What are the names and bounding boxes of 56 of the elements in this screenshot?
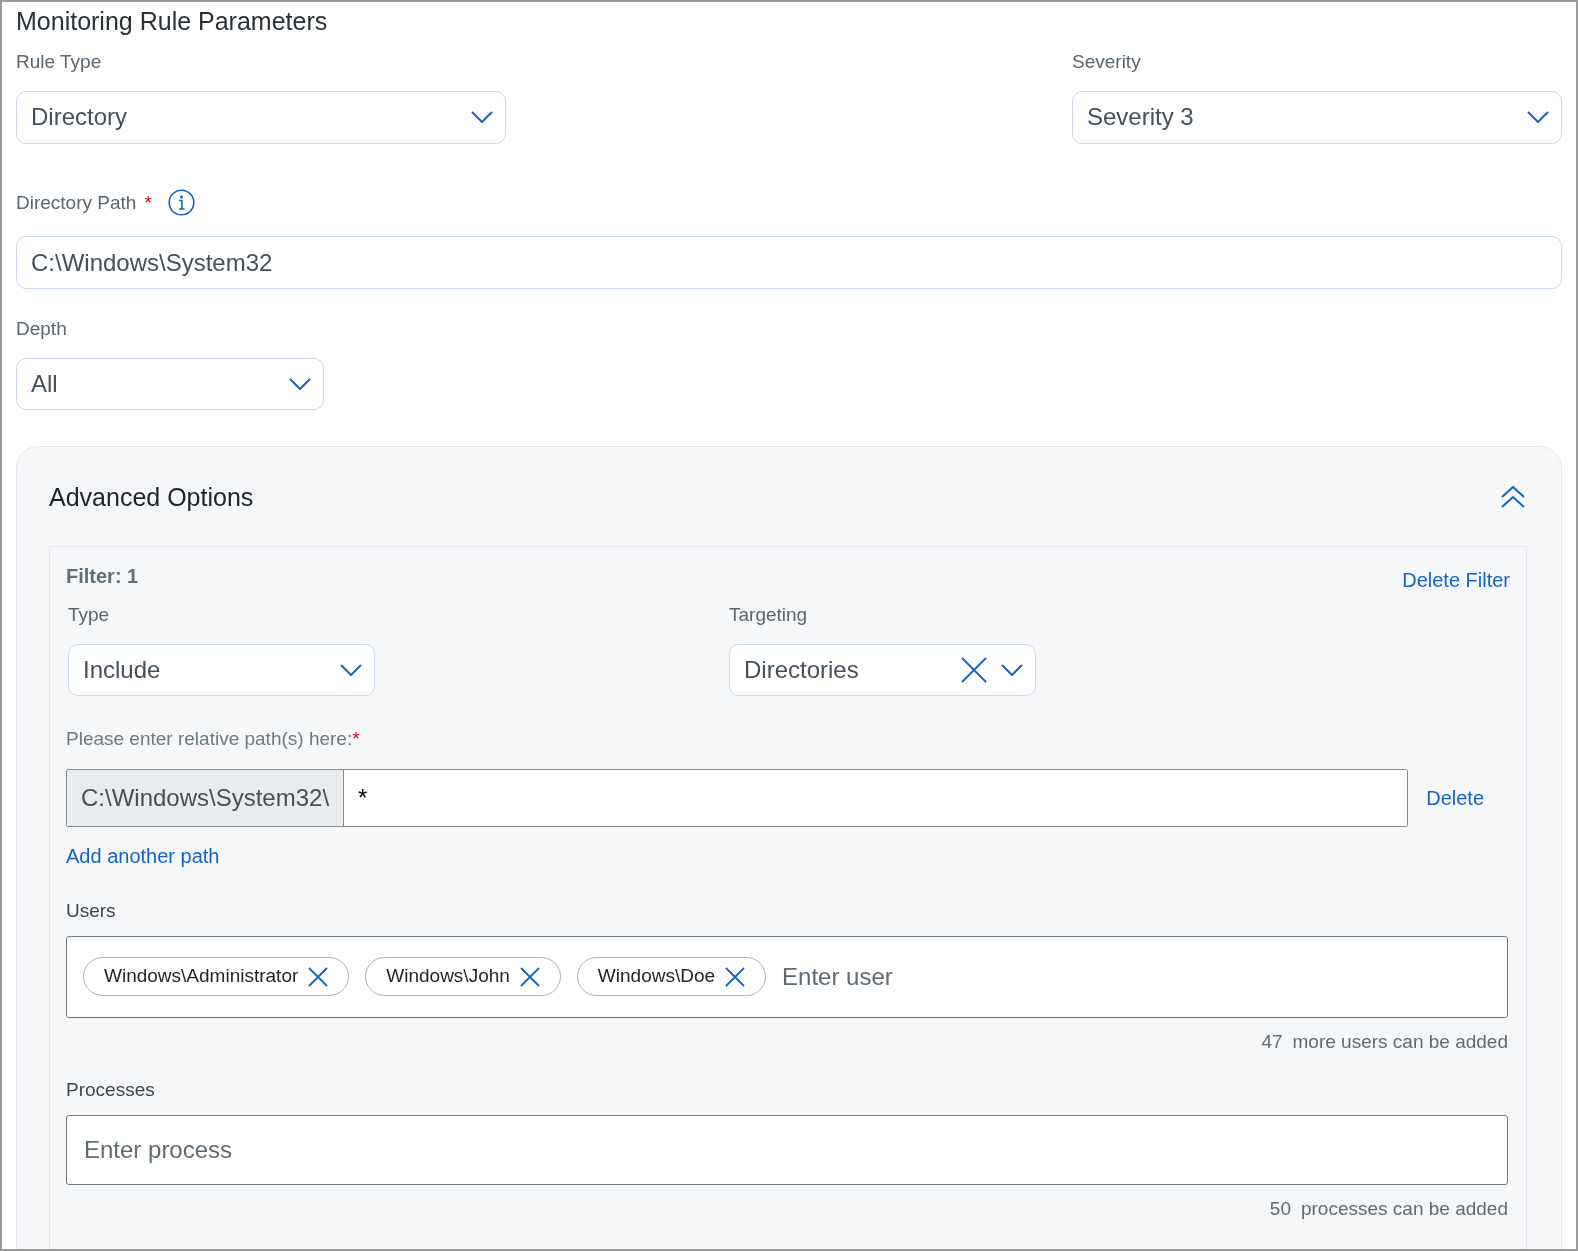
field-label: Directory Path (16, 190, 137, 215)
chip-label: Windows\Doe (597, 964, 716, 989)
field-value: C:\Windows\System32 (31, 247, 273, 278)
dropdown[interactable]: Severity 3 (1072, 90, 1562, 144)
dropdown-value: All (31, 368, 58, 399)
form-title: Monitoring Rule Parameters (16, 6, 329, 36)
chevron-down-icon (1527, 111, 1549, 123)
filter-title: Filter: 1 (66, 564, 139, 589)
field-label: Users (66, 899, 117, 923)
dropdown[interactable]: Directory (16, 90, 506, 144)
field-label: Processes (66, 1078, 156, 1102)
chip-label: Windows\Administrator (104, 964, 299, 989)
collapse-button[interactable] (1499, 484, 1527, 511)
dropdown-value: Directory (31, 102, 127, 132)
dropdown-value: Directories (744, 654, 859, 685)
field-label: Rule Type (16, 50, 103, 74)
dropdown-value: Severity 3 (1087, 102, 1194, 132)
remove-button[interactable] (308, 966, 329, 987)
count-text: 50 (1269, 1196, 1291, 1221)
field-label: Severity (1072, 50, 1142, 74)
text-field[interactable]: C:\Windows\System32 (16, 236, 1562, 289)
hint-text: processes can be added (1300, 1196, 1508, 1221)
chip-label: Windows\John (386, 964, 510, 989)
remove-button[interactable] (725, 966, 746, 987)
user-input[interactable]: Windows\Administrator Windows\John Windows\Doe Enter user (66, 935, 1508, 1018)
dropdown[interactable]: Include (68, 643, 375, 696)
field-label: Type (68, 603, 111, 627)
double-chevron-up-icon (1501, 486, 1525, 509)
close-icon (519, 966, 540, 987)
required-asterisk: * (144, 190, 152, 215)
user-text-input[interactable]: Enter user (782, 936, 1507, 1017)
count-text: 47 (1261, 1029, 1283, 1054)
dropdown[interactable]: Directories (729, 643, 1036, 696)
path-prefix: C:\Windows\System32\ (67, 770, 345, 826)
field-label: Please enter relative path(s) here: (66, 726, 353, 751)
dropdown-value: Include (83, 654, 161, 685)
field-label: Targeting (729, 603, 809, 627)
add-path-link[interactable]: Add another path (66, 841, 220, 871)
required-asterisk: * (352, 726, 360, 751)
dropdown[interactable]: All (16, 357, 324, 410)
clear-icon (961, 656, 987, 683)
chevron-down-icon (471, 111, 493, 123)
close-icon (308, 966, 329, 987)
path-value: * (344, 770, 1408, 826)
delete-path-link[interactable]: Delete (1426, 783, 1484, 813)
chevron-down-icon (1001, 663, 1023, 676)
section-heading: Advanced Options (49, 481, 254, 513)
chevron-down-icon (289, 377, 311, 390)
remove-button[interactable] (519, 966, 540, 987)
field-label: Depth (16, 317, 68, 341)
chevron-down-icon (340, 663, 362, 676)
hint-text: more users can be added (1292, 1029, 1508, 1054)
close-icon (725, 966, 746, 987)
path-input-group[interactable]: C:\Windows\System32\ * (66, 769, 1409, 827)
delete-filter-link[interactable]: Delete Filter (1402, 565, 1510, 595)
info-icon (167, 189, 195, 217)
